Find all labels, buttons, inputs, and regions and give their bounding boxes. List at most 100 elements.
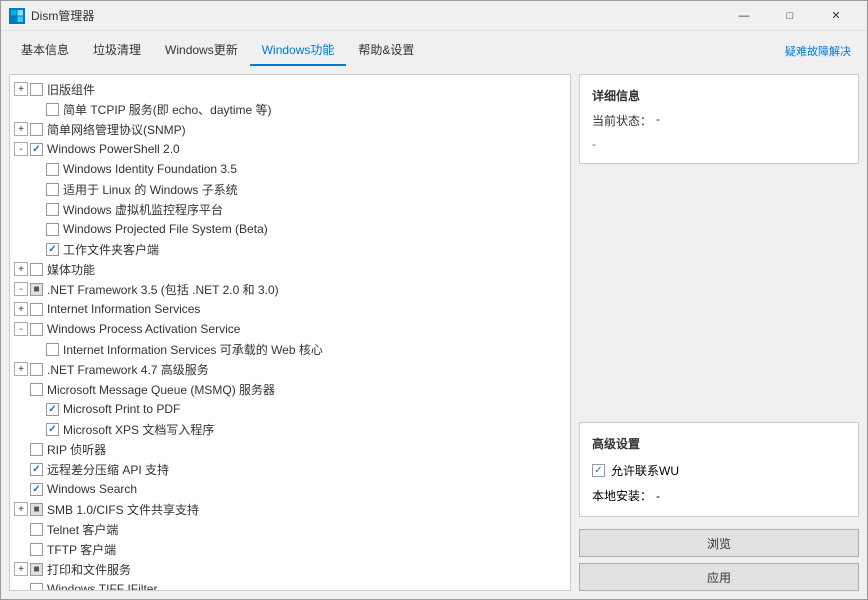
- list-item[interactable]: + 媒体功能: [10, 259, 570, 279]
- checkbox[interactable]: [30, 443, 43, 456]
- expand-icon[interactable]: +: [14, 82, 28, 96]
- item-label: Internet Information Services 可承载的 Web 核…: [63, 341, 323, 358]
- expand-placeholder: [14, 542, 28, 556]
- feature-list[interactable]: + 旧版组件 简单 TCPIP 服务(即 echo、daytime 等) + 简…: [10, 75, 570, 590]
- expand-icon[interactable]: -: [14, 142, 28, 156]
- list-item[interactable]: Microsoft Message Queue (MSMQ) 服务器: [10, 379, 570, 399]
- list-item[interactable]: Windows TIFF IFilter: [10, 579, 570, 590]
- checkbox[interactable]: [46, 223, 59, 236]
- list-item[interactable]: Internet Information Services 可承载的 Web 核…: [10, 339, 570, 359]
- checkbox[interactable]: [30, 383, 43, 396]
- checkbox[interactable]: ✓: [30, 143, 43, 156]
- list-item[interactable]: Windows Projected File System (Beta): [10, 219, 570, 239]
- list-item[interactable]: ✓ Windows Search: [10, 479, 570, 499]
- tab-help[interactable]: 帮助&设置: [346, 35, 426, 66]
- item-label: Windows 虚拟机监控程序平台: [63, 201, 223, 218]
- list-item[interactable]: ✓ Microsoft XPS 文档写入程序: [10, 419, 570, 439]
- checkbox[interactable]: ✓: [46, 423, 59, 436]
- expand-placeholder: [14, 382, 28, 396]
- checkbox[interactable]: [46, 343, 59, 356]
- list-item[interactable]: 简单 TCPIP 服务(即 echo、daytime 等): [10, 99, 570, 119]
- checkbox[interactable]: [46, 103, 59, 116]
- expand-placeholder: [30, 422, 44, 436]
- checkbox[interactable]: [30, 263, 43, 276]
- item-label: 媒体功能: [47, 261, 95, 278]
- item-label: RIP 侦听器: [47, 441, 106, 458]
- list-item[interactable]: Telnet 客户端: [10, 519, 570, 539]
- feature-list-panel: + 旧版组件 简单 TCPIP 服务(即 echo、daytime 等) + 简…: [9, 74, 571, 591]
- list-item[interactable]: TFTP 客户端: [10, 539, 570, 559]
- right-panel: 详细信息 当前状态： - - 高级设置 ✓ 允许联系WU 本地安装： -: [579, 74, 859, 591]
- checkbox[interactable]: [30, 83, 43, 96]
- maximize-button[interactable]: □: [767, 1, 813, 31]
- list-item[interactable]: Windows Identity Foundation 3.5: [10, 159, 570, 179]
- checkbox[interactable]: ✓: [30, 463, 43, 476]
- list-item[interactable]: ✓ 远程差分压缩 API 支持: [10, 459, 570, 479]
- close-button[interactable]: ✕: [813, 1, 859, 31]
- list-item[interactable]: + Internet Information Services: [10, 299, 570, 319]
- list-item[interactable]: + 旧版组件: [10, 79, 570, 99]
- checkbox[interactable]: ■: [30, 283, 43, 296]
- checkbox[interactable]: [30, 363, 43, 376]
- checkbox[interactable]: [30, 523, 43, 536]
- item-label: 适用于 Linux 的 Windows 子系统: [63, 181, 238, 198]
- item-label: 旧版组件: [47, 81, 95, 98]
- checkbox[interactable]: ✓: [46, 403, 59, 416]
- expand-icon[interactable]: +: [14, 302, 28, 316]
- checkbox[interactable]: [30, 303, 43, 316]
- list-item[interactable]: RIP 侦听器: [10, 439, 570, 459]
- tab-features[interactable]: Windows功能: [250, 35, 347, 66]
- checkbox[interactable]: [30, 543, 43, 556]
- list-item[interactable]: ✓ Microsoft Print to PDF: [10, 399, 570, 419]
- checkbox[interactable]: [30, 583, 43, 591]
- allow-wu-row: ✓ 允许联系WU: [592, 462, 846, 479]
- checkbox[interactable]: ✓: [30, 483, 43, 496]
- item-label: 工作文件夹客户端: [63, 241, 159, 258]
- item-label: 简单网络管理协议(SNMP): [47, 121, 186, 138]
- list-item[interactable]: + ■ SMB 1.0/CIFS 文件共享支持: [10, 499, 570, 519]
- local-install-label: 本地安装：: [592, 487, 652, 504]
- list-item[interactable]: ✓ 工作文件夹客户端: [10, 239, 570, 259]
- minimize-button[interactable]: —: [721, 1, 767, 31]
- expand-placeholder: [30, 162, 44, 176]
- item-label: 远程差分压缩 API 支持: [47, 461, 169, 478]
- checkbox[interactable]: ■: [30, 563, 43, 576]
- list-item[interactable]: Windows 虚拟机监控程序平台: [10, 199, 570, 219]
- list-item[interactable]: + ■ 打印和文件服务: [10, 559, 570, 579]
- checkbox[interactable]: [30, 323, 43, 336]
- list-item[interactable]: + .NET Framework 4.7 高级服务: [10, 359, 570, 379]
- list-item[interactable]: - ✓ Windows PowerShell 2.0: [10, 139, 570, 159]
- tab-clean[interactable]: 垃圾清理: [81, 35, 153, 66]
- checkbox[interactable]: [46, 163, 59, 176]
- expand-icon[interactable]: +: [14, 262, 28, 276]
- expand-icon[interactable]: -: [14, 282, 28, 296]
- checkbox[interactable]: ■: [30, 503, 43, 516]
- expand-placeholder: [30, 242, 44, 256]
- expand-icon[interactable]: -: [14, 322, 28, 336]
- list-item[interactable]: 适用于 Linux 的 Windows 子系统: [10, 179, 570, 199]
- list-item[interactable]: - ■ .NET Framework 3.5 (包括 .NET 2.0 和 3.…: [10, 279, 570, 299]
- item-label: Windows TIFF IFilter: [47, 582, 157, 590]
- expand-icon[interactable]: +: [14, 562, 28, 576]
- apply-button[interactable]: 应用: [579, 563, 859, 591]
- item-label: Telnet 客户端: [47, 521, 118, 538]
- expand-placeholder: [14, 442, 28, 456]
- expand-icon[interactable]: +: [14, 362, 28, 376]
- expand-placeholder: [14, 482, 28, 496]
- checkbox[interactable]: [46, 183, 59, 196]
- tab-basic[interactable]: 基本信息: [9, 35, 81, 66]
- list-item[interactable]: - Windows Process Activation Service: [10, 319, 570, 339]
- item-label: Microsoft XPS 文档写入程序: [63, 421, 214, 438]
- allow-wu-checkbox[interactable]: ✓: [592, 464, 605, 477]
- checkbox[interactable]: [30, 123, 43, 136]
- tab-update[interactable]: Windows更新: [153, 35, 250, 66]
- expand-icon[interactable]: +: [14, 122, 28, 136]
- checkbox[interactable]: ✓: [46, 243, 59, 256]
- checkbox[interactable]: [46, 203, 59, 216]
- allow-wu-label: 允许联系WU: [611, 462, 679, 479]
- troubleshoot-link[interactable]: 疑难故障解决: [785, 43, 859, 59]
- list-item[interactable]: + 简单网络管理协议(SNMP): [10, 119, 570, 139]
- status-label: 当前状态：: [592, 112, 652, 129]
- expand-icon[interactable]: +: [14, 502, 28, 516]
- browse-button[interactable]: 浏览: [579, 529, 859, 557]
